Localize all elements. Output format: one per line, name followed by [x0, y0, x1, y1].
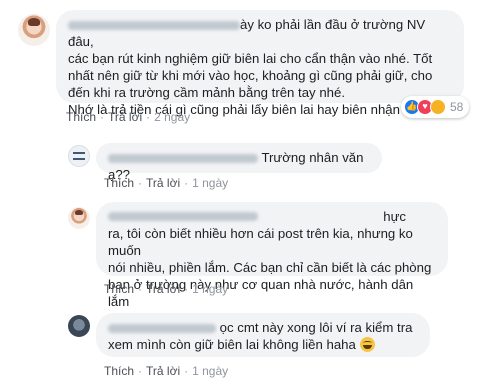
- comment-line: đến khi ra trường cầm mảnh bằng trên tay…: [68, 85, 345, 100]
- comment-line: nhất nên giữ từ khi mới vào học, khoảng …: [68, 68, 433, 83]
- reply-button[interactable]: Trả lời: [146, 282, 180, 296]
- avatar[interactable]: [68, 207, 90, 229]
- separator: ·: [138, 282, 143, 296]
- reaction-count: 58: [450, 100, 464, 114]
- comment-bubble: hực ra, tôi còn biết nhiều hơn cái post …: [96, 202, 448, 309]
- comment-bubble: Trường nhân văn ạ??: [96, 143, 382, 182]
- avatar[interactable]: [18, 14, 50, 46]
- separator: ·: [184, 282, 189, 296]
- comment-line: hực: [108, 208, 436, 225]
- separator: ·: [146, 110, 151, 124]
- redacted-name: [68, 21, 240, 31]
- comment-text: hực: [383, 209, 406, 224]
- comment-line: ọc cmt này xong lôi ví ra kiểm tra: [108, 319, 418, 336]
- reaction-summary[interactable]: 👍 ♥ 58: [401, 96, 470, 118]
- comment-text: ọc cmt này xong lôi ví ra kiểm tra: [219, 320, 413, 335]
- separator: ·: [184, 176, 189, 190]
- wow-icon: [430, 99, 446, 115]
- separator: ·: [138, 364, 143, 378]
- grinning-emoji: [359, 337, 375, 352]
- separator: ·: [184, 364, 189, 378]
- comment-line: ày ko phải lần đầu ở trường NV đâu,: [68, 16, 452, 50]
- comment-line: xem mình còn giữ biên lai không liền hah…: [108, 336, 418, 353]
- avatar[interactable]: [68, 145, 90, 167]
- timestamp[interactable]: 2 ngày: [154, 110, 190, 124]
- comment-bubble: ày ko phải lần đầu ở trường NV đâu, các …: [56, 10, 464, 117]
- reply-button[interactable]: Trả lời: [146, 176, 180, 190]
- reply-button[interactable]: Trả lời: [108, 110, 142, 124]
- comment-actions: Thích · Trả lời · 1 ngày: [104, 176, 228, 190]
- redacted-name: [108, 324, 216, 334]
- reply-button[interactable]: Trả lời: [146, 364, 180, 378]
- comment-line: ra, tôi còn biết nhiều hơn cái post trên…: [108, 226, 413, 258]
- redacted-name: [108, 154, 258, 164]
- comment-actions: Thích · Trả lời · 1 ngày: [104, 282, 228, 296]
- comment-bubble: ọc cmt này xong lôi ví ra kiểm tra xem m…: [96, 313, 430, 357]
- like-button[interactable]: Thích: [66, 110, 96, 124]
- comment-line: nói nhiều, phiền lắm. Các bạn chỉ cần bi…: [108, 260, 432, 275]
- avatar[interactable]: [68, 315, 90, 337]
- timestamp[interactable]: 1 ngày: [192, 282, 228, 296]
- comment-actions: Thích · Trả lời · 1 ngày: [104, 364, 228, 378]
- logo-icon: [73, 152, 85, 160]
- separator: ·: [100, 110, 105, 124]
- like-button[interactable]: Thích: [104, 364, 134, 378]
- like-button[interactable]: Thích: [104, 176, 134, 190]
- comment-line: các bạn rút kinh nghiệm giữ biên lai cho…: [68, 51, 433, 66]
- comment-actions: Thích · Trả lời · 2 ngày: [66, 110, 190, 124]
- like-button[interactable]: Thích: [104, 282, 134, 296]
- redacted-name: [108, 212, 258, 221]
- comment-text: xem mình còn giữ biên lai không liền hah…: [108, 337, 356, 352]
- separator: ·: [138, 176, 143, 190]
- timestamp[interactable]: 1 ngày: [192, 176, 228, 190]
- timestamp[interactable]: 1 ngày: [192, 364, 228, 378]
